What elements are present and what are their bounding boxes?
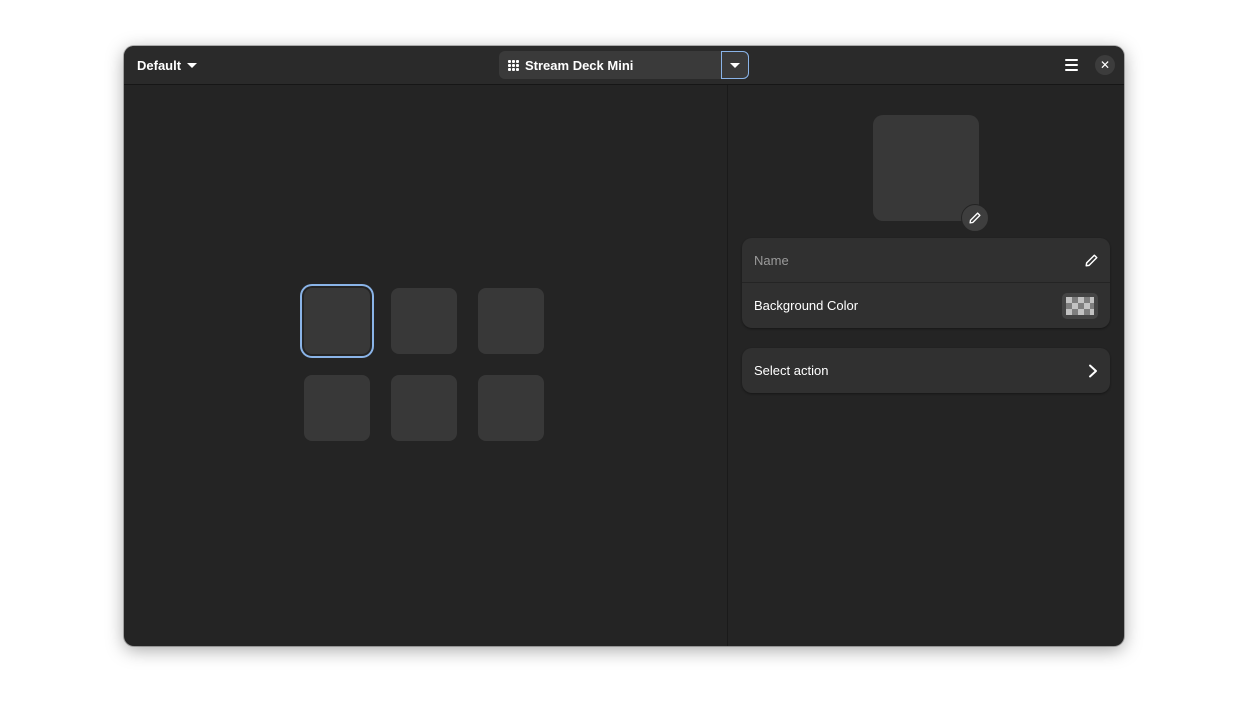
deck-key-1[interactable] [304, 288, 370, 354]
transparent-swatch-icon [1066, 296, 1094, 315]
background-color-row: Background Color [742, 283, 1110, 328]
device-select-button[interactable]: Stream Deck Mini [499, 51, 721, 79]
device-label: Stream Deck Mini [525, 57, 634, 73]
name-row [742, 238, 1110, 283]
app-window: Default Stream Deck Mini ✕ Name Backgrou… [124, 46, 1124, 646]
hamburger-menu-icon-line [1064, 69, 1078, 71]
device-selector: Stream Deck Mini [499, 51, 749, 79]
pane-divider [727, 85, 728, 646]
deck-key-2[interactable] [391, 288, 457, 354]
key-properties-group: Background Color [742, 238, 1110, 328]
close-icon: ✕ [1099, 58, 1111, 72]
deck-key-3[interactable] [478, 288, 544, 354]
key-preview [873, 115, 979, 221]
deck-key-4[interactable] [304, 375, 370, 441]
background-color-button[interactable] [1062, 292, 1098, 319]
main-menu-button[interactable] [1059, 53, 1083, 77]
headerbar: Default Stream Deck Mini ✕ [124, 46, 1124, 85]
profile-label: Default [137, 57, 182, 73]
select-action-row[interactable]: Select action [742, 348, 1110, 393]
deck-grid [304, 288, 546, 442]
grid-icon [508, 59, 519, 71]
device-dropdown-button[interactable] [721, 51, 749, 79]
select-action-label: Select action [754, 363, 829, 378]
name-field[interactable] [754, 252, 1085, 268]
hamburger-menu-icon-line [1064, 64, 1078, 66]
background-color-label: Background Color [754, 298, 859, 313]
hamburger-menu-icon-line [1064, 59, 1078, 61]
chevron-right-icon [1089, 364, 1097, 377]
deck-key-5[interactable] [391, 375, 457, 441]
deck-key-6[interactable] [478, 375, 544, 441]
profile-menu-button[interactable]: Default [130, 52, 205, 78]
caret-down-icon [187, 62, 198, 68]
chevron-down-icon [730, 62, 740, 68]
close-button[interactable]: ✕ [1095, 55, 1115, 75]
edit-key-image-button[interactable] [961, 204, 989, 232]
pencil-icon[interactable] [1085, 253, 1098, 267]
pencil-icon [969, 212, 981, 224]
